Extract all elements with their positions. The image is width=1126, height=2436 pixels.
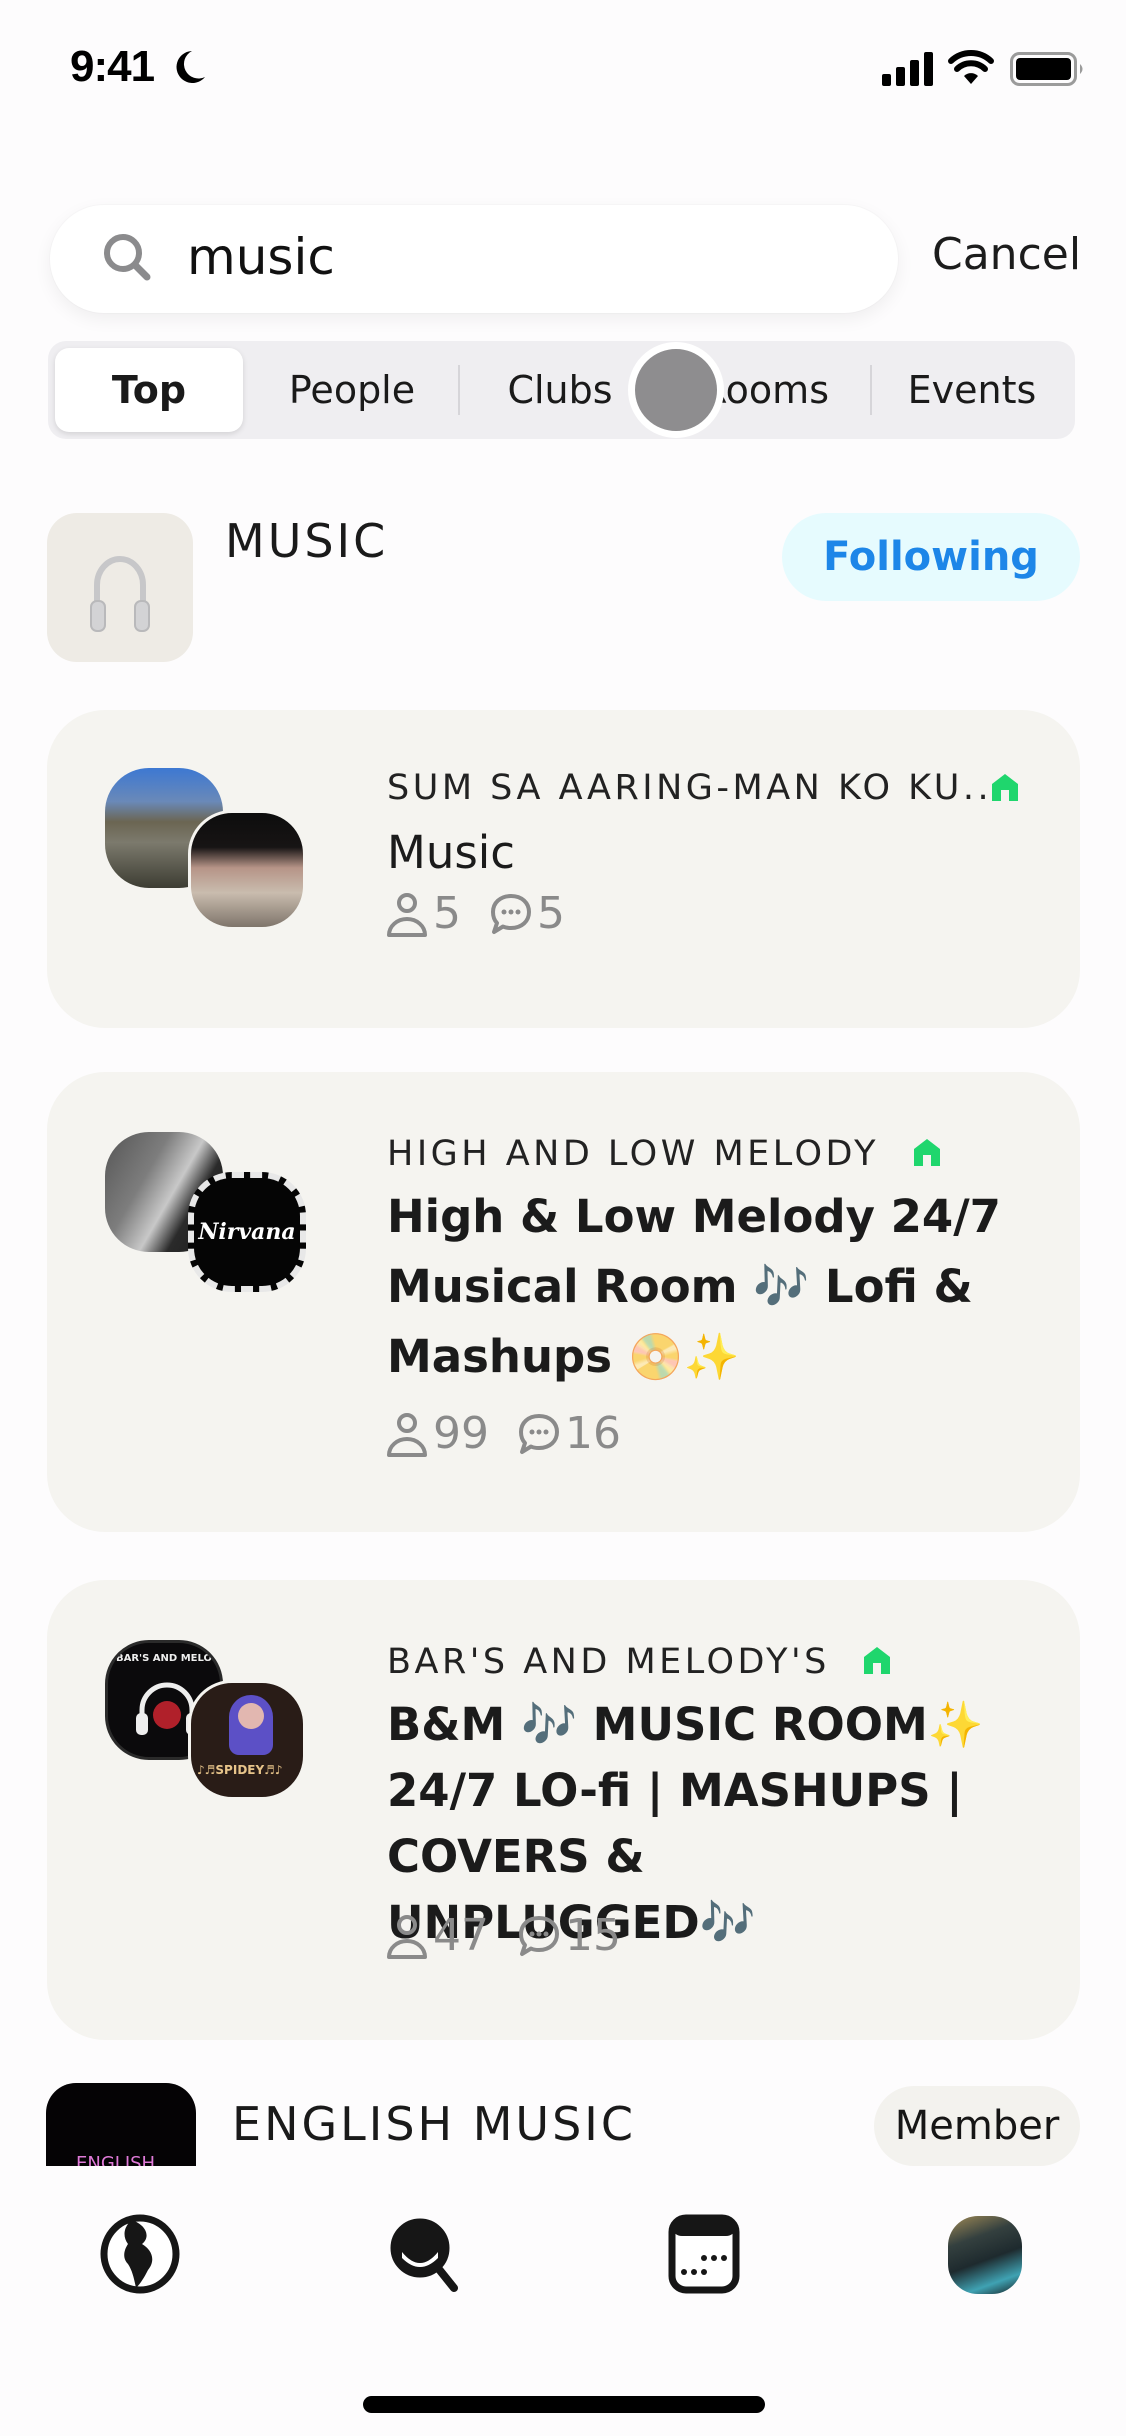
headphones-icon: [90, 556, 150, 632]
tab-events[interactable]: Events: [872, 341, 1072, 439]
globe-icon[interactable]: [98, 2212, 182, 2296]
chat-bubble-icon: [519, 1915, 559, 1956]
room-title: High & Low Melody 24/7 Musical Room 🎶 Lo…: [387, 1190, 1001, 1383]
room-card[interactable]: SUM SA AARING-MAN KO KU... Music 5 5: [47, 710, 1080, 1028]
following-button[interactable]: Following: [782, 513, 1080, 601]
room-card[interactable]: BAR'S AND MELODY'S ♪♬SPIDEY♬♪ BAR'S AND …: [47, 1580, 1080, 2040]
search-scope-tabs: Top People Clubs Rooms Events: [48, 341, 1075, 439]
member-button[interactable]: Member: [874, 2086, 1080, 2166]
club-avatar: ENGLISH MUSIC: [46, 2083, 196, 2166]
home-indicator[interactable]: [363, 2396, 765, 2413]
calendar-icon[interactable]: [662, 2212, 746, 2296]
listeners-icon: [387, 1412, 427, 1457]
room-avatar: Nirvana: [188, 1172, 306, 1292]
search-icon[interactable]: [382, 2212, 466, 2296]
club-name: MUSIC: [225, 514, 389, 568]
room-stats: 5 5: [385, 888, 565, 939]
status-time: 9:41: [70, 42, 155, 91]
listener-count: 47: [433, 1910, 489, 1961]
search-icon: [104, 234, 151, 281]
cellular-signal-icon: [882, 52, 933, 86]
search-input[interactable]: [50, 205, 898, 313]
room-stats: 99 16: [385, 1408, 621, 1459]
speaker-count: 16: [565, 1408, 621, 1459]
listener-count: 5: [433, 888, 461, 939]
room-club-name: SUM SA AARING-MAN KO KU...: [387, 768, 1007, 808]
room-card[interactable]: Nirvana HIGH AND LOW MELODY High & Low M…: [47, 1072, 1080, 1532]
search-query[interactable]: music: [187, 222, 335, 292]
battery-icon: [1010, 52, 1083, 86]
tab-people[interactable]: People: [248, 341, 456, 439]
chat-bubble-icon: [491, 893, 531, 934]
profile-avatar[interactable]: [948, 2216, 1022, 2294]
room-avatar: [188, 810, 306, 930]
tab-top[interactable]: Top: [55, 348, 243, 432]
listeners-icon: [387, 892, 427, 937]
moon-icon: [176, 51, 205, 83]
house-icon: [913, 1139, 940, 1166]
club-name: ENGLISH MUSIC VIBES: [232, 2092, 752, 2166]
room-club-name: BAR'S AND MELODY'S: [387, 1642, 892, 1682]
house-icon: [864, 1647, 891, 1674]
listener-count: 99: [433, 1408, 489, 1459]
chat-bubble-icon: [519, 1413, 559, 1454]
room-title: Music: [387, 826, 516, 879]
touch-indicator: [628, 342, 724, 438]
wifi-icon: [948, 50, 994, 84]
club-avatar: [47, 513, 193, 662]
room-stats: 47 15: [385, 1910, 621, 1961]
listeners-icon: [387, 1914, 427, 1959]
speaker-count: 5: [537, 888, 565, 939]
speaker-count: 15: [565, 1910, 621, 1961]
house-icon: [992, 774, 1018, 801]
room-avatar: ♪♬SPIDEY♬♪: [188, 1680, 306, 1800]
cancel-button[interactable]: Cancel: [932, 222, 1081, 288]
club-result-english-music-vibes[interactable]: ENGLISH MUSIC ENGLISH MUSIC VIBES Member: [0, 2070, 1126, 2166]
room-club-name: HIGH AND LOW MELODY: [387, 1134, 942, 1174]
